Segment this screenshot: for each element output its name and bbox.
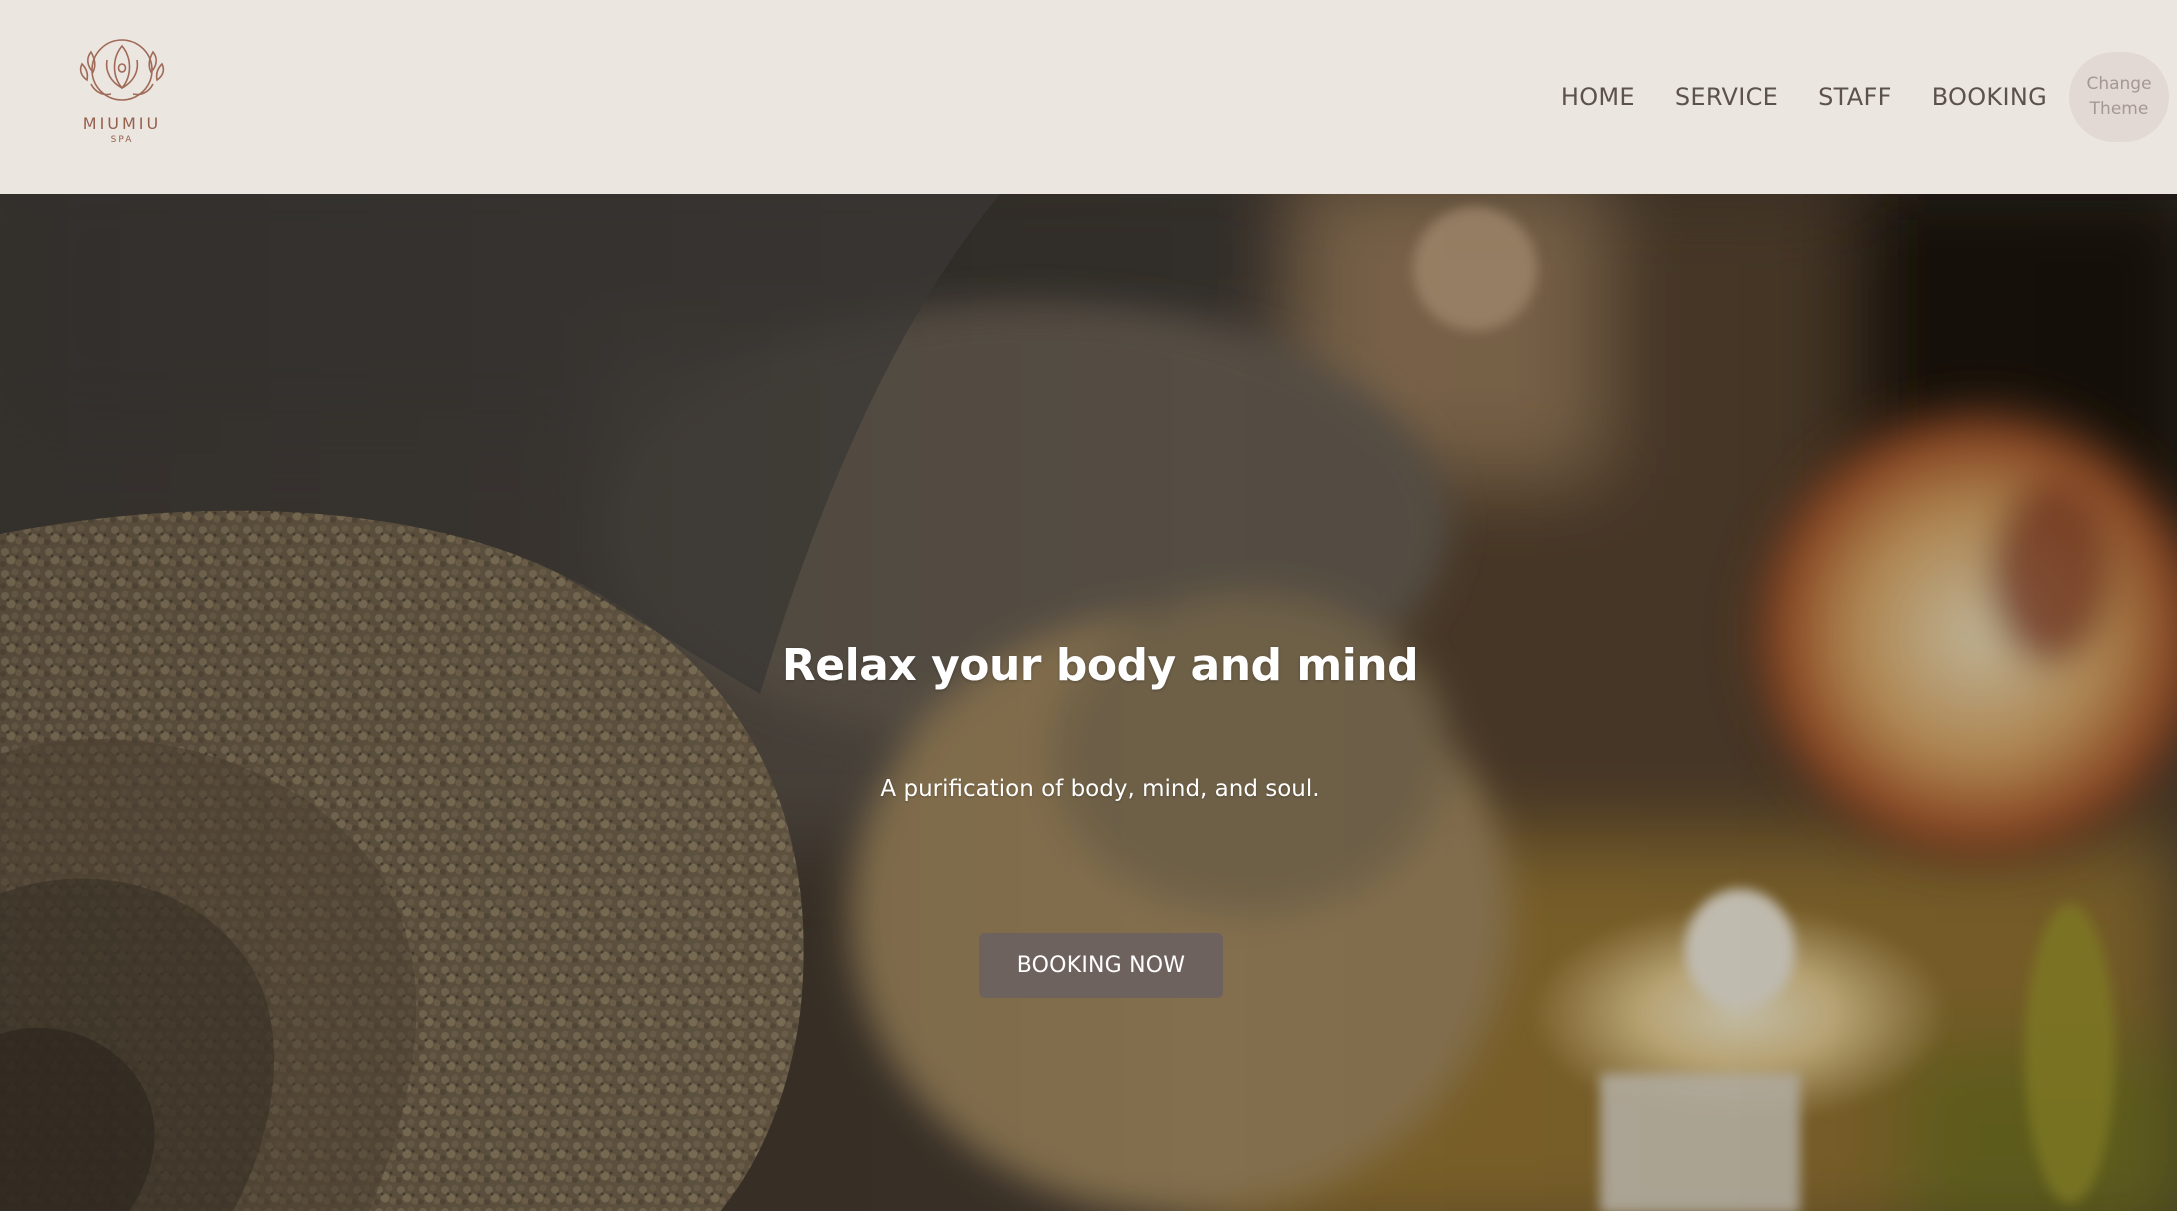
hero-background-image: [0, 194, 2177, 1211]
brand-tagline: SPA: [110, 135, 134, 145]
brand-name: MIUMIU: [82, 114, 162, 133]
nav-booking[interactable]: BOOKING: [1932, 83, 2047, 111]
change-theme-label: Change Theme: [2086, 74, 2152, 119]
booking-now-button[interactable]: BOOKING NOW: [979, 933, 1223, 998]
main-nav: HOME SERVICE STAFF BOOKING Change Theme: [1561, 0, 2177, 194]
nav-service[interactable]: SERVICE: [1675, 83, 1778, 111]
nav-home[interactable]: HOME: [1561, 83, 1635, 111]
site-header: MIUMIU SPA HOME SERVICE STAFF BOOKING Ch…: [0, 0, 2177, 194]
change-theme-button[interactable]: Change Theme: [2069, 52, 2169, 142]
hero-subtitle: A purification of body, mind, and soul.: [880, 776, 1320, 802]
hero-section: Relax your body and mind A purification …: [0, 194, 2177, 1211]
brand-logo[interactable]: MIUMIU SPA: [72, 32, 172, 145]
hero-title: Relax your body and mind: [781, 640, 1419, 691]
nav-staff[interactable]: STAFF: [1818, 83, 1892, 111]
lotus-leaves-icon: [79, 39, 165, 101]
